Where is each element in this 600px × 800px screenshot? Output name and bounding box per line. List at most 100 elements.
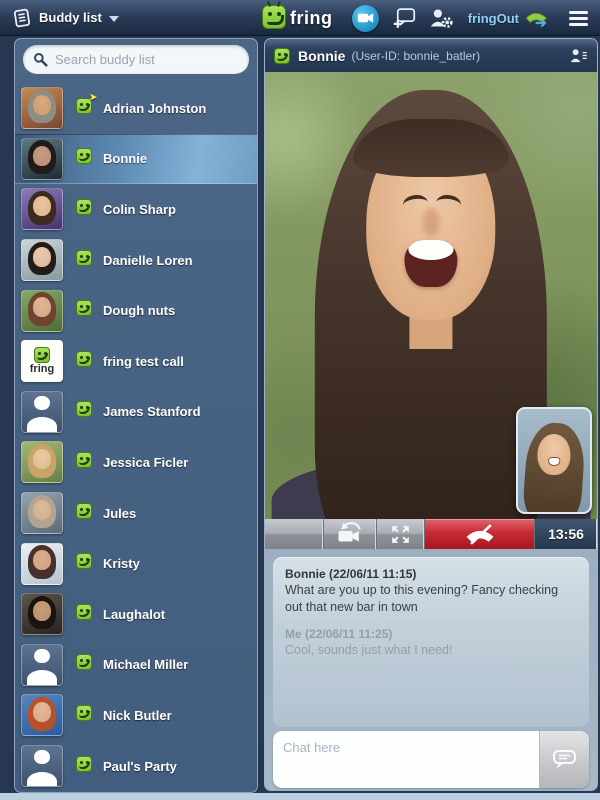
buddy-row[interactable]: fring fring test call: [15, 336, 257, 387]
buddy-name: Jules: [103, 505, 137, 521]
online-status-icon: [76, 401, 92, 418]
brand-name: fring: [290, 8, 333, 28]
fring-logo: fring: [262, 0, 333, 29]
contact-details-icon: [570, 49, 587, 63]
fullscreen-icon: [392, 525, 409, 543]
buddy-avatar: fring: [21, 340, 63, 383]
buddy-name: Jessica Ficler: [103, 454, 189, 470]
buddy-sidebar: ➤ Adrian Johnston Bonnie Colin Sharp: [14, 38, 258, 793]
buddy-avatar: [21, 239, 63, 282]
fullscreen-button[interactable]: [377, 519, 425, 549]
bottom-strip: [0, 793, 600, 800]
call-timer: 13:56: [535, 519, 597, 549]
online-status-icon: [76, 553, 92, 570]
call-header: Bonnie (User-ID: bonnie_batler): [265, 39, 597, 72]
call-contact-name: Bonnie: [298, 47, 346, 64]
online-status-icon: [76, 704, 92, 721]
send-bubble-icon: [552, 750, 576, 769]
buddy-name: Adrian Johnston: [103, 100, 207, 116]
buddy-row[interactable]: Kristy: [15, 538, 257, 589]
message-time: (22/06/11 11:25): [305, 626, 393, 641]
chat-message: Me (22/06/11 11:25) Cool, sounds just wh…: [285, 627, 577, 659]
buddy-avatar: [21, 87, 63, 130]
buddy-name: Bonnie: [103, 151, 148, 167]
online-status-icon: [76, 198, 92, 215]
buddy-name: Laughalot: [103, 606, 166, 622]
buddy-row[interactable]: Colin Sharp: [15, 184, 257, 235]
online-status-icon: [76, 350, 92, 367]
send-message-button[interactable]: [539, 731, 589, 788]
buddy-row[interactable]: Bonnie: [15, 133, 257, 185]
buddy-list-icon: [12, 8, 32, 28]
contact-gear-icon: [430, 9, 453, 28]
fring-status-icon: [274, 47, 290, 64]
buddy-avatar: [21, 188, 63, 231]
buddy-row[interactable]: Laughalot: [15, 589, 257, 640]
fringout-phone-icon: [525, 12, 548, 27]
buddy-avatar: [21, 694, 63, 737]
away-arrow-icon: ➤: [89, 91, 97, 102]
call-panel: Bonnie (User-ID: bonnie_batler) 13:56 Bo…: [264, 38, 598, 791]
buddy-row[interactable]: Nick Butler: [15, 690, 257, 741]
hangup-button[interactable]: [425, 519, 535, 549]
self-video-preview[interactable]: [516, 407, 592, 514]
add-chat-button[interactable]: [392, 7, 416, 30]
buddy-avatar: [21, 441, 63, 484]
chevron-down-icon: [108, 16, 119, 22]
online-status-icon: [76, 603, 92, 620]
contacts-settings-button[interactable]: [429, 7, 453, 29]
fring-mascot-icon: [262, 0, 286, 29]
control-bar-spacer: [265, 519, 324, 549]
buddy-avatar: [21, 593, 63, 636]
message-time: (22/06/11 11:15): [329, 567, 417, 581]
buddy-row[interactable]: James Stanford: [15, 387, 257, 438]
contact-details-button[interactable]: [569, 47, 588, 64]
video-call-button[interactable]: [351, 4, 379, 32]
buddy-name: Kristy: [103, 556, 140, 572]
hangup-icon: [466, 524, 493, 544]
chat-input[interactable]: [273, 731, 539, 788]
buddy-list-dropdown[interactable]: Buddy list: [0, 0, 129, 35]
message-text: Cool, sounds just what I need!: [285, 642, 453, 657]
search-box: [23, 45, 249, 74]
chat-input-row: [273, 731, 589, 788]
buddy-list: ➤ Adrian Johnston Bonnie Colin Sharp Dan…: [15, 83, 257, 792]
buddy-name: Dough nuts: [103, 303, 176, 319]
top-bar: Buddy list fring fringOut: [0, 0, 600, 36]
switch-camera-button[interactable]: [324, 519, 377, 549]
buddy-row[interactable]: Michael Miller: [15, 640, 257, 691]
add-chat-icon: [393, 7, 415, 28]
buddy-avatar: [21, 542, 63, 585]
buddy-row[interactable]: Dough nuts: [15, 285, 257, 336]
buddy-name: fring test call: [103, 353, 184, 369]
buddy-avatar: [21, 643, 63, 686]
online-status-icon: [76, 451, 92, 468]
fringout-button[interactable]: fringOut: [466, 8, 552, 29]
online-status-icon: [76, 249, 92, 266]
buddy-row[interactable]: Jessica Ficler: [15, 437, 257, 488]
buddy-name: James Stanford: [103, 404, 201, 420]
menu-button[interactable]: [565, 7, 592, 30]
buddy-name: Danielle Loren: [103, 252, 193, 268]
buddy-row[interactable]: Jules: [15, 488, 257, 539]
remote-video-feed: [265, 72, 597, 519]
buddy-avatar: [21, 492, 63, 535]
buddy-row[interactable]: Danielle Loren: [15, 235, 257, 286]
online-status-icon: [76, 148, 92, 165]
fring-logo-avatar-icon: [34, 347, 50, 364]
buddy-row[interactable]: ➤ Adrian Johnston: [15, 83, 257, 134]
online-status-icon: [76, 755, 92, 772]
buddy-avatar: [21, 289, 63, 332]
chat-section: Bonnie (22/06/11 11:15) What are you up …: [265, 549, 597, 790]
message-sender: Me: [285, 626, 302, 641]
buddy-name: Nick Butler: [103, 707, 172, 723]
buddy-avatar: [21, 390, 63, 433]
video-camera-icon: [357, 13, 373, 23]
buddy-row[interactable]: Paul's Party: [15, 741, 257, 792]
switch-camera-icon: [338, 522, 361, 542]
search-input[interactable]: [55, 52, 239, 67]
call-control-bar: 13:56: [265, 519, 597, 549]
message-list: Bonnie (22/06/11 11:15) What are you up …: [273, 557, 589, 727]
buddy-name: Colin Sharp: [103, 201, 176, 217]
buddy-name: Paul's Party: [103, 758, 177, 774]
